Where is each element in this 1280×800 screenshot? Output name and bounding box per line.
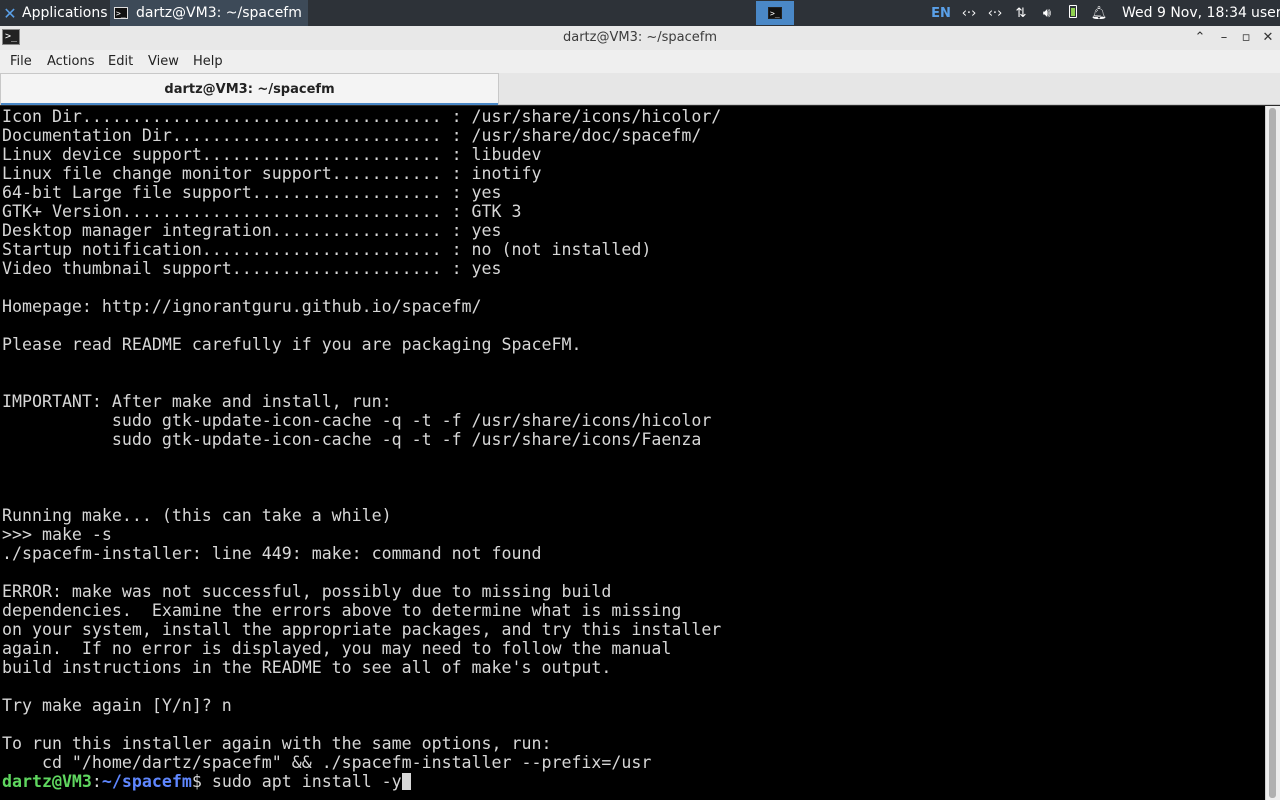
taskbar-window-title: dartz@VM3: ~/spacefm <box>136 5 302 21</box>
terminal-line: sudo gtk-update-icon-cache -q -t -f /usr… <box>2 411 712 430</box>
terminal-line: Running make... (this can take a while) <box>2 506 392 525</box>
top-panel: ✕ Applications >_ dartz@VM3: ~/spacefm >… <box>0 0 1280 26</box>
terminal-line: Icon Dir................................… <box>2 107 722 126</box>
terminal-line: Documentation Dir.......................… <box>2 126 702 145</box>
menu-help[interactable]: Help <box>193 50 223 73</box>
chevron-up-icon[interactable]: ⌃ <box>1189 26 1211 50</box>
workspace-switcher-button[interactable]: >_ <box>756 1 794 25</box>
prompt-symbol: $ <box>191 772 202 791</box>
prompt-separator: : <box>91 772 102 791</box>
terminal-icon: >_ <box>114 7 128 19</box>
terminal-line: Linux file change monitor support.......… <box>2 164 542 183</box>
xfce-logo-icon: ✕ <box>3 3 17 23</box>
terminal-line: Please read README carefully if you are … <box>2 335 582 354</box>
network-icon[interactable]: ‹·› <box>956 6 982 21</box>
terminal-line: Video thumbnail support.................… <box>2 259 502 278</box>
menu-view[interactable]: View <box>148 50 179 73</box>
menu-file[interactable]: File <box>10 50 32 73</box>
terminal-line: ./spacefm-installer: line 449: make: com… <box>2 544 542 563</box>
taskbar-window-button[interactable]: >_ dartz@VM3: ~/spacefm <box>110 0 308 26</box>
menu-actions[interactable]: Actions <box>47 50 95 73</box>
clock[interactable]: Wed 9 Nov, 18:34 <box>1122 0 1247 26</box>
terminal-view[interactable]: Icon Dir................................… <box>0 106 1265 800</box>
terminal-line: GTK+ Version............................… <box>2 202 522 221</box>
keyboard-layout-indicator[interactable]: EN <box>926 6 956 21</box>
terminal-output: Icon Dir................................… <box>2 107 721 791</box>
tab-terminal[interactable]: dartz@VM3: ~/spacefm <box>0 73 499 105</box>
terminal-line: dependencies. Examine the errors above t… <box>2 601 682 620</box>
close-button[interactable]: ✕ <box>1257 26 1279 50</box>
window-titlebar[interactable]: >_ dartz@VM3: ~/spacefm ⌃ – ▫ ✕ <box>0 26 1280 51</box>
system-tray: EN ‹·› ‹·› ⇅ 🔊︎ 🔔︎ <box>926 0 1112 26</box>
prompt-user-host: dartz@VM3 <box>2 772 92 791</box>
workspace-terminal-icon: >_ <box>768 7 782 19</box>
terminal-line: sudo gtk-update-icon-cache -q -t -f /usr… <box>2 430 702 449</box>
terminal-line: build instructions in the README to see … <box>2 658 612 677</box>
user-menu[interactable]: user <box>1251 0 1280 26</box>
terminal-line: on your system, install the appropriate … <box>2 620 722 639</box>
menu-bar: File Actions Edit View Help <box>0 50 1280 73</box>
terminal-line: cd "/home/dartz/spacefm" && ./spacefm-in… <box>2 753 652 772</box>
scrollbar-thumb[interactable] <box>1269 108 1276 798</box>
text-cursor <box>401 773 411 790</box>
volume-icon[interactable]: 🔊︎ <box>1034 6 1060 21</box>
minimize-button[interactable]: – <box>1213 26 1235 50</box>
terminal-line: ERROR: make was not successful, possibly… <box>2 582 612 601</box>
terminal-line: To run this installer again with the sam… <box>2 734 552 753</box>
network-secondary-icon[interactable]: ‹·› <box>982 6 1008 21</box>
terminal-line: Linux device support....................… <box>2 145 542 164</box>
applications-menu-button[interactable]: ✕ Applications <box>0 0 109 26</box>
terminal-line: Desktop manager integration.............… <box>2 221 502 240</box>
window-title: dartz@VM3: ~/spacefm <box>562 30 718 45</box>
terminal-line: Homepage: http://ignorantguru.github.io/… <box>2 297 482 316</box>
terminal-scrollbar[interactable] <box>1265 106 1280 800</box>
applications-label: Applications <box>22 5 108 21</box>
maximize-button[interactable]: ▫ <box>1235 26 1257 50</box>
terminal-line: Try make again [Y/n]? n <box>2 696 232 715</box>
terminal-line: 64-bit Large file support...............… <box>2 183 502 202</box>
terminal-line: Startup notification....................… <box>2 240 652 259</box>
battery-icon[interactable] <box>1060 4 1086 22</box>
terminal-line: IMPORTANT: After make and install, run: <box>2 392 392 411</box>
menu-edit[interactable]: Edit <box>108 50 133 73</box>
terminal-prompt-line[interactable]: dartz@VM3:~/spacefm$ sudo apt install -y <box>2 772 721 791</box>
tab-bar: dartz@VM3: ~/spacefm <box>0 73 1280 105</box>
terminal-line: again. If no error is displayed, you may… <box>2 639 672 658</box>
prompt-path: ~/spacefm <box>101 772 192 791</box>
transfer-arrows-icon[interactable]: ⇅ <box>1008 6 1034 21</box>
prompt-command: sudo apt install -y <box>201 772 402 791</box>
notification-bell-icon[interactable]: 🔔︎ <box>1086 6 1112 21</box>
terminal-line: >>> make -s <box>2 525 112 544</box>
